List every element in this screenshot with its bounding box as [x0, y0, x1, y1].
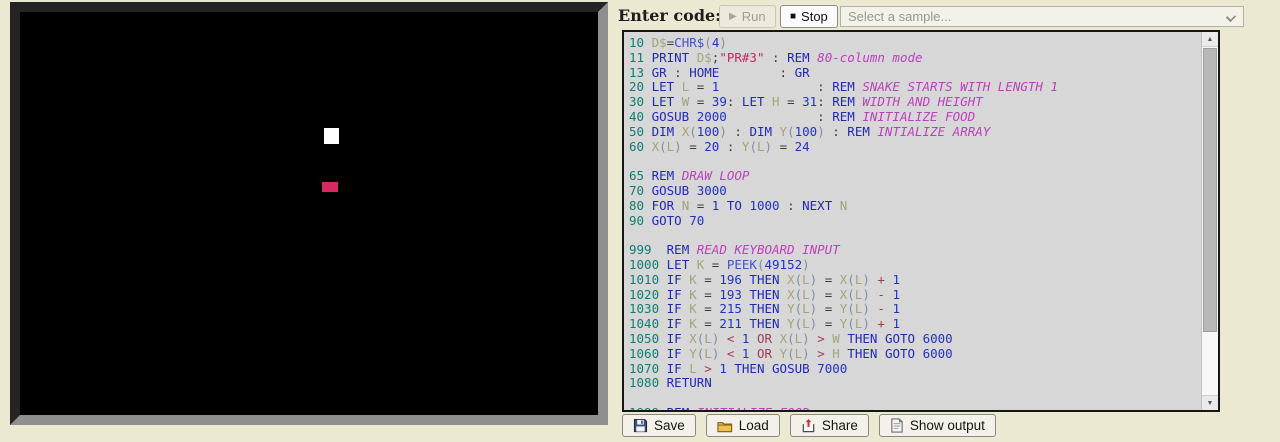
scrollbar-up-icon[interactable]: ▲ — [1202, 32, 1218, 47]
snake-head-pixel — [324, 128, 339, 144]
code-line: 65 REM DRAW LOOP — [629, 169, 1201, 184]
code-line: 80 FOR N = 1 TO 1000 : NEXT N — [629, 199, 1201, 214]
apple2-screen[interactable] — [10, 2, 608, 425]
code-line — [629, 228, 1201, 243]
code-line: 13 GR : HOME : GR — [629, 66, 1201, 81]
code-line — [629, 154, 1201, 169]
run-button[interactable]: ▶ Run — [719, 5, 776, 28]
scrollbar-down-icon[interactable]: ▼ — [1202, 395, 1218, 410]
screen-canvas[interactable] — [20, 12, 598, 415]
load-button[interactable]: Load — [706, 414, 780, 437]
code-line: 999 REM READ KEYBOARD INPUT — [629, 243, 1201, 258]
code-line — [629, 391, 1201, 406]
code-line: 40 GOSUB 2000 : REM INITIALIZE FOOD — [629, 110, 1201, 125]
code-line: 1010 IF K = 196 THEN X(L) = X(L) + 1 — [629, 273, 1201, 288]
stop-button[interactable]: ■ Stop — [780, 5, 838, 28]
code-line: 60 X(L) = 20 : Y(L) = 24 — [629, 140, 1201, 155]
code-line: 1050 IF X(L) < 1 OR X(L) > W THEN GOTO 6… — [629, 332, 1201, 347]
folder-icon — [717, 419, 733, 433]
code-line: 1030 IF K = 215 THEN Y(L) = Y(L) - 1 — [629, 302, 1201, 317]
code-line: 11 PRINT D$;"PR#3" : REM 80-column mode — [629, 51, 1201, 66]
sample-select-placeholder: Select a sample... — [848, 9, 951, 24]
code-line: 10 D$=CHR$(4) — [629, 36, 1201, 51]
editor-scrollbar[interactable]: ▲ ▼ — [1201, 32, 1218, 410]
sample-select[interactable]: Select a sample... — [840, 6, 1244, 27]
code-line: 70 GOSUB 3000 — [629, 184, 1201, 199]
run-button-label: Run — [742, 9, 766, 24]
code-line: 1020 IF K = 193 THEN X(L) = X(L) - 1 — [629, 288, 1201, 303]
food-pixel — [322, 182, 338, 192]
save-button[interactable]: Save — [622, 414, 696, 437]
action-bar: Save Load Share Show output — [622, 414, 996, 437]
save-button-label: Save — [654, 418, 685, 433]
stop-square-icon: ■ — [790, 11, 796, 22]
stop-button-label: Stop — [801, 9, 828, 24]
share-button[interactable]: Share — [790, 414, 869, 437]
code-line: 1000 LET K = PEEK(49152) — [629, 258, 1201, 273]
play-icon: ▶ — [729, 11, 737, 22]
code-line: 50 DIM X(100) : DIM Y(100) : REM INTIALI… — [629, 125, 1201, 140]
document-icon — [890, 418, 904, 433]
code-editor[interactable]: 10 D$=CHR$(4)11 PRINT D$;"PR#3" : REM 80… — [622, 30, 1220, 412]
code-line: 30 LET W = 39: LET H = 31: REM WIDTH AND… — [629, 95, 1201, 110]
show-output-button-label: Show output — [910, 418, 985, 433]
enter-code-label: Enter code: — [618, 6, 721, 25]
share-upload-icon — [801, 418, 816, 433]
load-button-label: Load — [739, 418, 769, 433]
code-line: 1070 IF L > 1 THEN GOSUB 7000 — [629, 362, 1201, 377]
code-line: 1040 IF K = 211 THEN Y(L) = Y(L) + 1 — [629, 317, 1201, 332]
floppy-icon — [633, 418, 648, 433]
scrollbar-thumb[interactable] — [1203, 48, 1217, 332]
code-line: 1080 RETURN — [629, 376, 1201, 391]
share-button-label: Share — [822, 418, 858, 433]
code-lines[interactable]: 10 D$=CHR$(4)11 PRINT D$;"PR#3" : REM 80… — [624, 32, 1201, 410]
code-line: 90 GOTO 70 — [629, 214, 1201, 229]
chevron-down-icon — [1226, 12, 1236, 22]
code-line: 20 LET L = 1 : REM SNAKE STARTS WITH LEN… — [629, 80, 1201, 95]
code-line: 1060 IF Y(L) < 1 OR Y(L) > H THEN GOTO 6… — [629, 347, 1201, 362]
show-output-button[interactable]: Show output — [879, 414, 996, 437]
code-line: 1999 REM INITIALIZE FOOD — [629, 406, 1201, 410]
